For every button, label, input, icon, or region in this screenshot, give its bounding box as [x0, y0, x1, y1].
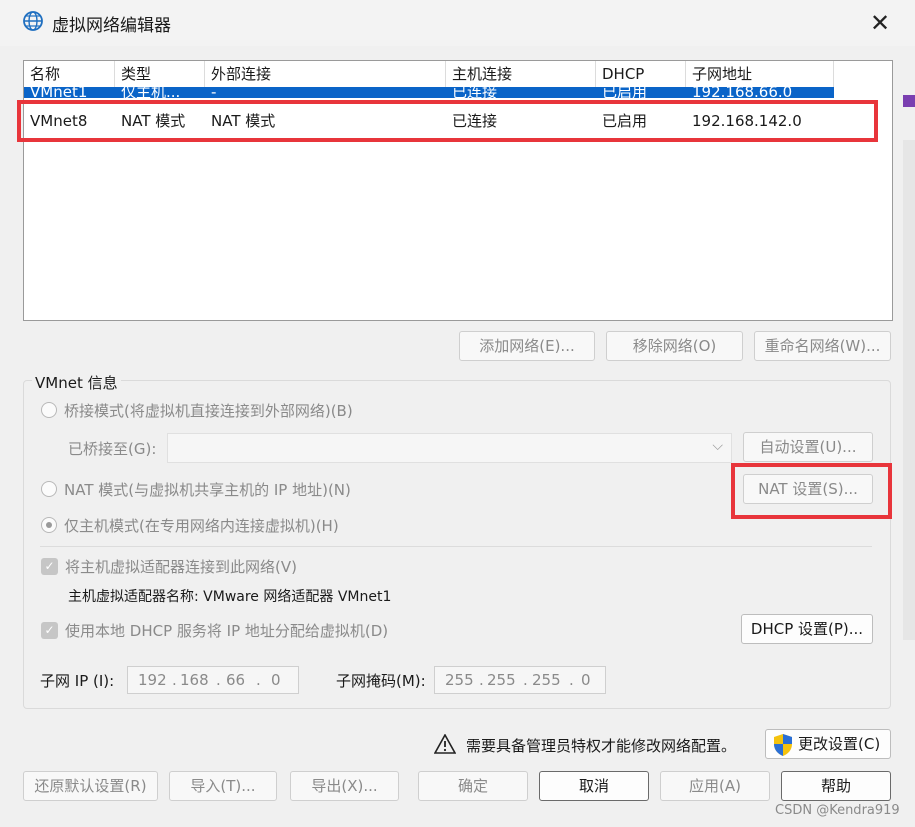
nat-radio[interactable]	[41, 481, 57, 497]
network-globe-icon	[23, 11, 43, 31]
uac-shield-icon	[774, 734, 792, 756]
cell-name: VMnet1	[30, 87, 88, 98]
background-window-edge	[903, 140, 915, 640]
ip-octet: 192	[138, 671, 167, 689]
watermark: CSDN @Kendra919	[775, 803, 900, 818]
close-icon: ✕	[869, 9, 891, 37]
ip-dot: .	[523, 671, 528, 689]
ip-dot: .	[479, 671, 484, 689]
add-network-button[interactable]: 添加网络(E)...	[459, 331, 595, 361]
cell-external: -	[211, 87, 217, 98]
ip-octet: 168	[180, 671, 209, 689]
bridge-radio[interactable]	[41, 402, 57, 418]
ip-dot: .	[569, 671, 574, 689]
connect-adapter-label: 将主机虚拟适配器连接到此网络(V)	[65, 558, 297, 576]
export-button[interactable]: 导出(X)...	[290, 771, 399, 801]
bridge-radio-label: 桥接模式(将虚拟机直接连接到外部网络)(B)	[64, 402, 353, 420]
warning-icon	[434, 734, 456, 754]
subnet-ip-label: 子网 IP (I):	[40, 672, 115, 690]
column-header[interactable]: DHCP	[596, 61, 686, 87]
remove-network-button[interactable]: 移除网络(O)	[606, 331, 743, 361]
column-header[interactable]: 外部连接	[205, 61, 446, 87]
ip-dot: .	[256, 671, 261, 689]
ip-octet: 66	[226, 671, 246, 689]
dhcp-settings-button[interactable]: DHCP 设置(P)...	[741, 614, 873, 644]
close-button[interactable]: ✕	[860, 6, 900, 40]
ok-button[interactable]: 确定	[418, 771, 528, 801]
ip-octet: 0	[581, 671, 591, 689]
cell-subnet: 192.168.66.0	[692, 87, 793, 98]
cell-dhcp: 已启用	[602, 87, 648, 98]
subnet-mask-label: 子网掩码(M):	[336, 672, 426, 690]
vmnet-info-group	[23, 380, 891, 709]
admin-warning-text: 需要具备管理员特权才能修改网络配置。	[466, 737, 737, 755]
hostonly-radio[interactable]	[41, 517, 57, 533]
column-header[interactable]: 主机连接	[446, 61, 596, 87]
use-dhcp-checkbox[interactable]: ✓	[41, 622, 58, 639]
window-title: 虚拟网络编辑器	[52, 16, 171, 36]
rename-network-button[interactable]: 重命名网络(W)...	[754, 331, 891, 361]
ip-octet: 255	[532, 671, 561, 689]
highlight-box-nat-settings	[731, 463, 892, 519]
divider	[40, 546, 872, 547]
connect-adapter-checkbox[interactable]: ✓	[41, 558, 58, 575]
column-header[interactable]: 类型	[115, 61, 205, 87]
apply-button[interactable]: 应用(A)	[660, 771, 770, 801]
restore-defaults-button[interactable]: 还原默认设置(R)	[23, 771, 158, 801]
help-button[interactable]: 帮助	[781, 771, 891, 801]
column-header[interactable]: 名称	[24, 61, 115, 87]
cell-type: 仅主机...	[121, 87, 181, 98]
ip-dot: .	[172, 671, 177, 689]
bridge-to-select[interactable]: ⌵	[167, 433, 732, 463]
ip-dot: .	[216, 671, 221, 689]
change-settings-label: 更改设置(C)	[798, 735, 881, 753]
ip-octet: 255	[487, 671, 516, 689]
table-row[interactable]: VMnet1 仅主机... - 已连接 已启用 192.168.66.0	[24, 87, 834, 98]
group-label: VMnet 信息	[32, 372, 121, 393]
ip-octet: 0	[271, 671, 281, 689]
ip-octet: 255	[445, 671, 474, 689]
nat-radio-label: NAT 模式(与虚拟机共享主机的 IP 地址)(N)	[64, 481, 351, 499]
column-header[interactable]: 子网地址	[686, 61, 834, 87]
subnet-mask-input[interactable]: 255 . 255 . 255 . 0	[434, 666, 606, 694]
cancel-button[interactable]: 取消	[539, 771, 649, 801]
highlight-box-vmnet8	[17, 100, 878, 142]
bridge-to-label: 已桥接至(G):	[68, 440, 157, 458]
use-dhcp-label: 使用本地 DHCP 服务将 IP 地址分配给虚拟机(D)	[65, 622, 389, 640]
list-header: 名称 类型 外部连接 主机连接 DHCP 子网地址	[24, 61, 834, 87]
adapter-name-text: 主机虚拟适配器名称: VMware 网络适配器 VMnet1	[68, 589, 392, 605]
chevron-down-icon: ⌵	[712, 438, 723, 454]
cell-host: 已连接	[452, 87, 498, 98]
import-button[interactable]: 导入(T)...	[169, 771, 277, 801]
subnet-ip-input[interactable]: 192 . 168 . 66 . 0	[127, 666, 299, 694]
hostonly-radio-label: 仅主机模式(在专用网络内连接虚拟机)(H)	[64, 517, 339, 535]
background-window-accent	[903, 95, 915, 107]
auto-settings-button[interactable]: 自动设置(U)...	[743, 432, 873, 462]
